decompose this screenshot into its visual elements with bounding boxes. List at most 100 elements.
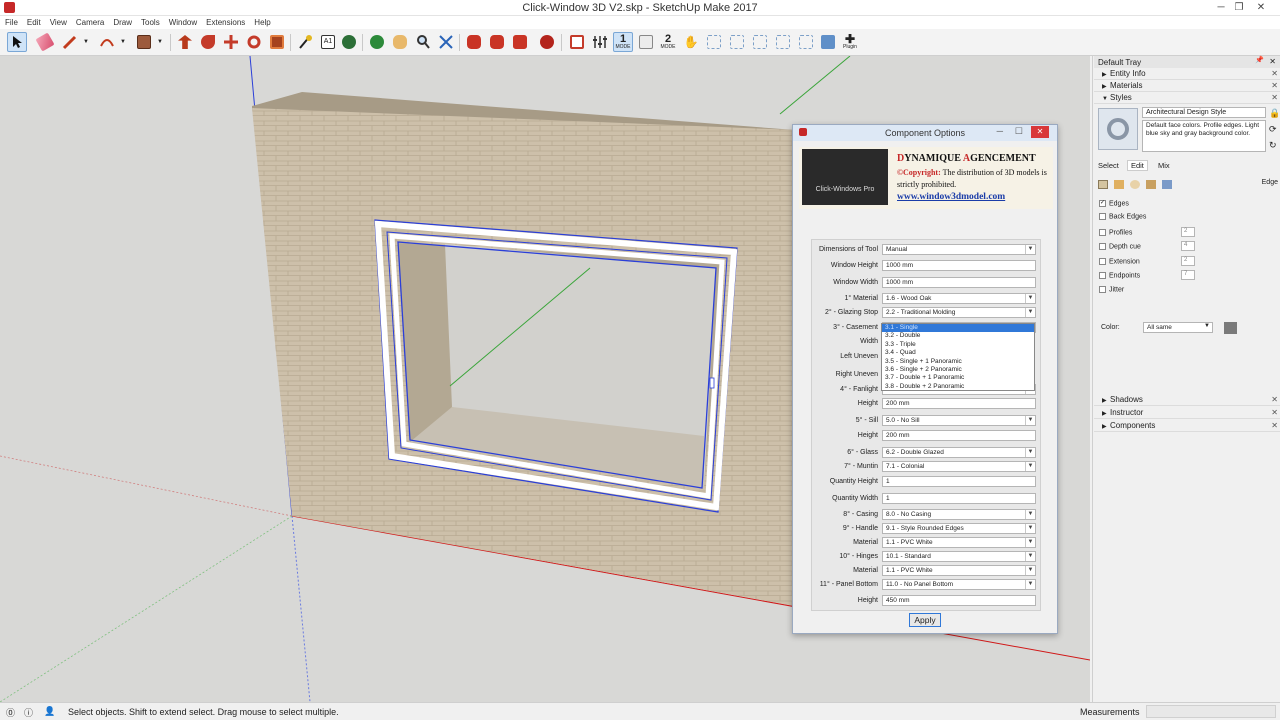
dialog-titlebar[interactable]: Component Options ─ ☐ ✕ <box>793 125 1057 141</box>
edge-color-swatch[interactable] <box>1224 322 1237 334</box>
select-field[interactable]: 6.2 - Double Glazed ▼ <box>882 447 1036 458</box>
measurements-input[interactable] <box>1146 705 1276 718</box>
pin-icon[interactable]: 📌 <box>1255 56 1264 64</box>
geolocation-icon[interactable]: ⓪ <box>6 706 15 719</box>
select-field[interactable]: 1.6 - Wood Oak ▼ <box>882 293 1036 304</box>
eraser-tool-button[interactable] <box>35 32 55 52</box>
panel-shadows[interactable]: ▶ Shadows ✕ <box>1094 394 1280 406</box>
panel-entity-info[interactable]: ▶ Entity Info ✕ <box>1094 68 1280 80</box>
rotate-button[interactable] <box>244 32 264 52</box>
dropdown-option[interactable]: 3.7 - Double + 1 Panoramic <box>882 374 1034 382</box>
menu-view[interactable]: View <box>45 16 71 27</box>
edge-option-value[interactable]: 4 <box>1181 241 1195 251</box>
dropdown-option[interactable]: 3.5 - Single + 1 Panoramic <box>882 358 1034 366</box>
dropdown-option[interactable]: 3.8 - Double + 2 Panoramic <box>882 383 1034 391</box>
background-settings-icon[interactable] <box>1130 180 1140 189</box>
website-link[interactable]: www.window3dmodel.com <box>897 192 1005 202</box>
component-options-dialog[interactable]: Component Options ─ ☐ ✕ Click-Windows Pr… <box>792 124 1058 634</box>
casement-dropdown-list[interactable]: 3.1 - Single 3.2 - Double 3.3 - Triple 3.4 … <box>881 323 1035 391</box>
tab-edit[interactable]: Edit <box>1126 160 1148 171</box>
zoom-extents-button[interactable] <box>436 32 456 52</box>
align-4-button[interactable] <box>773 32 793 52</box>
select-field[interactable]: 8.0 - No Casing ▼ <box>882 509 1036 520</box>
panel-button[interactable] <box>636 32 656 52</box>
dropdown-option[interactable]: 3.6 - Single + 2 Panoramic <box>882 366 1034 374</box>
text-field[interactable]: 200 mm <box>882 398 1036 409</box>
minimize-icon[interactable]: ─ <box>997 126 1003 136</box>
edge-option-value[interactable]: 2 <box>1181 227 1195 237</box>
menu-edit[interactable]: Edit <box>22 16 45 27</box>
menu-tools[interactable]: Tools <box>136 16 164 27</box>
menu-extensions[interactable]: Extensions <box>201 16 249 27</box>
panel-close-icon[interactable]: ✕ <box>1271 93 1278 102</box>
follow-me-button[interactable] <box>198 32 218 52</box>
dropdown-option[interactable]: 3.2 - Double <box>882 332 1034 340</box>
edge-option-value[interactable]: 2 <box>1181 256 1195 266</box>
dialog-close-button[interactable]: ✕ <box>1031 126 1049 138</box>
scale-button[interactable] <box>267 32 287 52</box>
select-field[interactable]: Manual ▼ <box>882 244 1036 255</box>
edge-color-select[interactable]: All same ▼ <box>1143 322 1213 333</box>
edge-option-checkbox[interactable] <box>1099 213 1106 220</box>
extension-warehouse-button[interactable] <box>537 32 557 52</box>
panel-close-icon[interactable]: ✕ <box>1271 395 1278 404</box>
push-pull-button[interactable] <box>175 32 195 52</box>
edge-option-checkbox[interactable]: ✓ <box>1099 200 1106 207</box>
select-field[interactable]: 5.0 - No Sill ▼ <box>882 415 1036 426</box>
close-icon[interactable]: ✕ <box>1250 0 1272 15</box>
panel-styles[interactable]: ▼ Styles ✕ <box>1094 92 1280 104</box>
update-style-icon[interactable]: ⟳ <box>1269 124 1277 135</box>
maximize-icon[interactable]: ❐ <box>1228 0 1250 15</box>
text-field[interactable]: 1000 mm <box>882 260 1036 271</box>
line-tool-button[interactable] <box>60 32 80 52</box>
lock-icon[interactable]: 🔒 <box>1269 108 1280 119</box>
menu-camera[interactable]: Camera <box>71 16 108 27</box>
pan-button[interactable] <box>390 32 410 52</box>
dropdown-option[interactable]: 3.3 - Triple <box>882 341 1034 349</box>
dropdown-option[interactable]: 3.4 - Quad <box>882 349 1034 357</box>
mode-1-button[interactable]: 1 MODE <box>613 32 633 52</box>
align-3-button[interactable] <box>750 32 770 52</box>
text-field[interactable]: 1 <box>882 493 1036 504</box>
modeling-settings-icon[interactable] <box>1162 180 1172 189</box>
text-field[interactable]: 200 mm <box>882 430 1036 441</box>
style-name-field[interactable]: Architectural Design Style <box>1142 107 1266 118</box>
click-window-button[interactable] <box>567 32 587 52</box>
select-field[interactable]: 1.1 - PVC White ▼ <box>882 537 1036 548</box>
mode-2-button[interactable]: 2 MODE <box>658 32 678 52</box>
edge-option-checkbox[interactable] <box>1099 286 1106 293</box>
camera-button[interactable] <box>818 32 838 52</box>
panel-close-icon[interactable]: ✕ <box>1271 69 1278 78</box>
menu-draw[interactable]: Draw <box>108 16 136 27</box>
align-2-button[interactable] <box>727 32 747 52</box>
line-tool-dropdown[interactable]: ▼ <box>80 32 92 52</box>
refresh-icon[interactable]: ↻ <box>1269 140 1277 151</box>
align-1-button[interactable] <box>704 32 724 52</box>
edge-option-checkbox[interactable] <box>1099 229 1106 236</box>
menu-window[interactable]: Window <box>164 16 201 27</box>
tray-close-icon[interactable]: ✕ <box>1269 57 1276 66</box>
menu-help[interactable]: Help <box>249 16 274 27</box>
text-field[interactable]: 450 mm <box>882 595 1036 606</box>
edge-option-value[interactable]: 7 <box>1181 270 1195 280</box>
select-field[interactable]: 11.0 - No Panel Bottom ▼ <box>882 579 1036 590</box>
tab-mix[interactable]: Mix <box>1158 161 1170 170</box>
panel-instructor[interactable]: ▶ Instructor ✕ <box>1094 407 1280 419</box>
select-field[interactable]: 10.1 - Standard ▼ <box>882 551 1036 562</box>
components-button[interactable] <box>487 32 507 52</box>
warehouse-button[interactable] <box>464 32 484 52</box>
shape-tool-dropdown[interactable]: ▼ <box>154 32 166 52</box>
edge-option-checkbox[interactable] <box>1099 258 1106 265</box>
orbit-button[interactable] <box>367 32 387 52</box>
align-5-button[interactable] <box>796 32 816 52</box>
panel-materials[interactable]: ▶ Materials ✕ <box>1094 80 1280 92</box>
shape-tool-button[interactable] <box>134 32 154 52</box>
select-field[interactable]: 7.1 - Colonial ▼ <box>882 461 1036 472</box>
edge-option-checkbox[interactable] <box>1099 243 1106 250</box>
options-button[interactable] <box>590 32 610 52</box>
hand-tool-button[interactable]: ✋ <box>681 32 701 52</box>
user-icon[interactable]: 👤 <box>44 706 55 717</box>
style-description[interactable]: Default face colors. Profile edges. Ligh… <box>1142 120 1266 152</box>
dropdown-option[interactable]: 3.1 - Single <box>882 324 1034 333</box>
select-field[interactable]: 1.1 - PVC White ▼ <box>882 565 1036 576</box>
